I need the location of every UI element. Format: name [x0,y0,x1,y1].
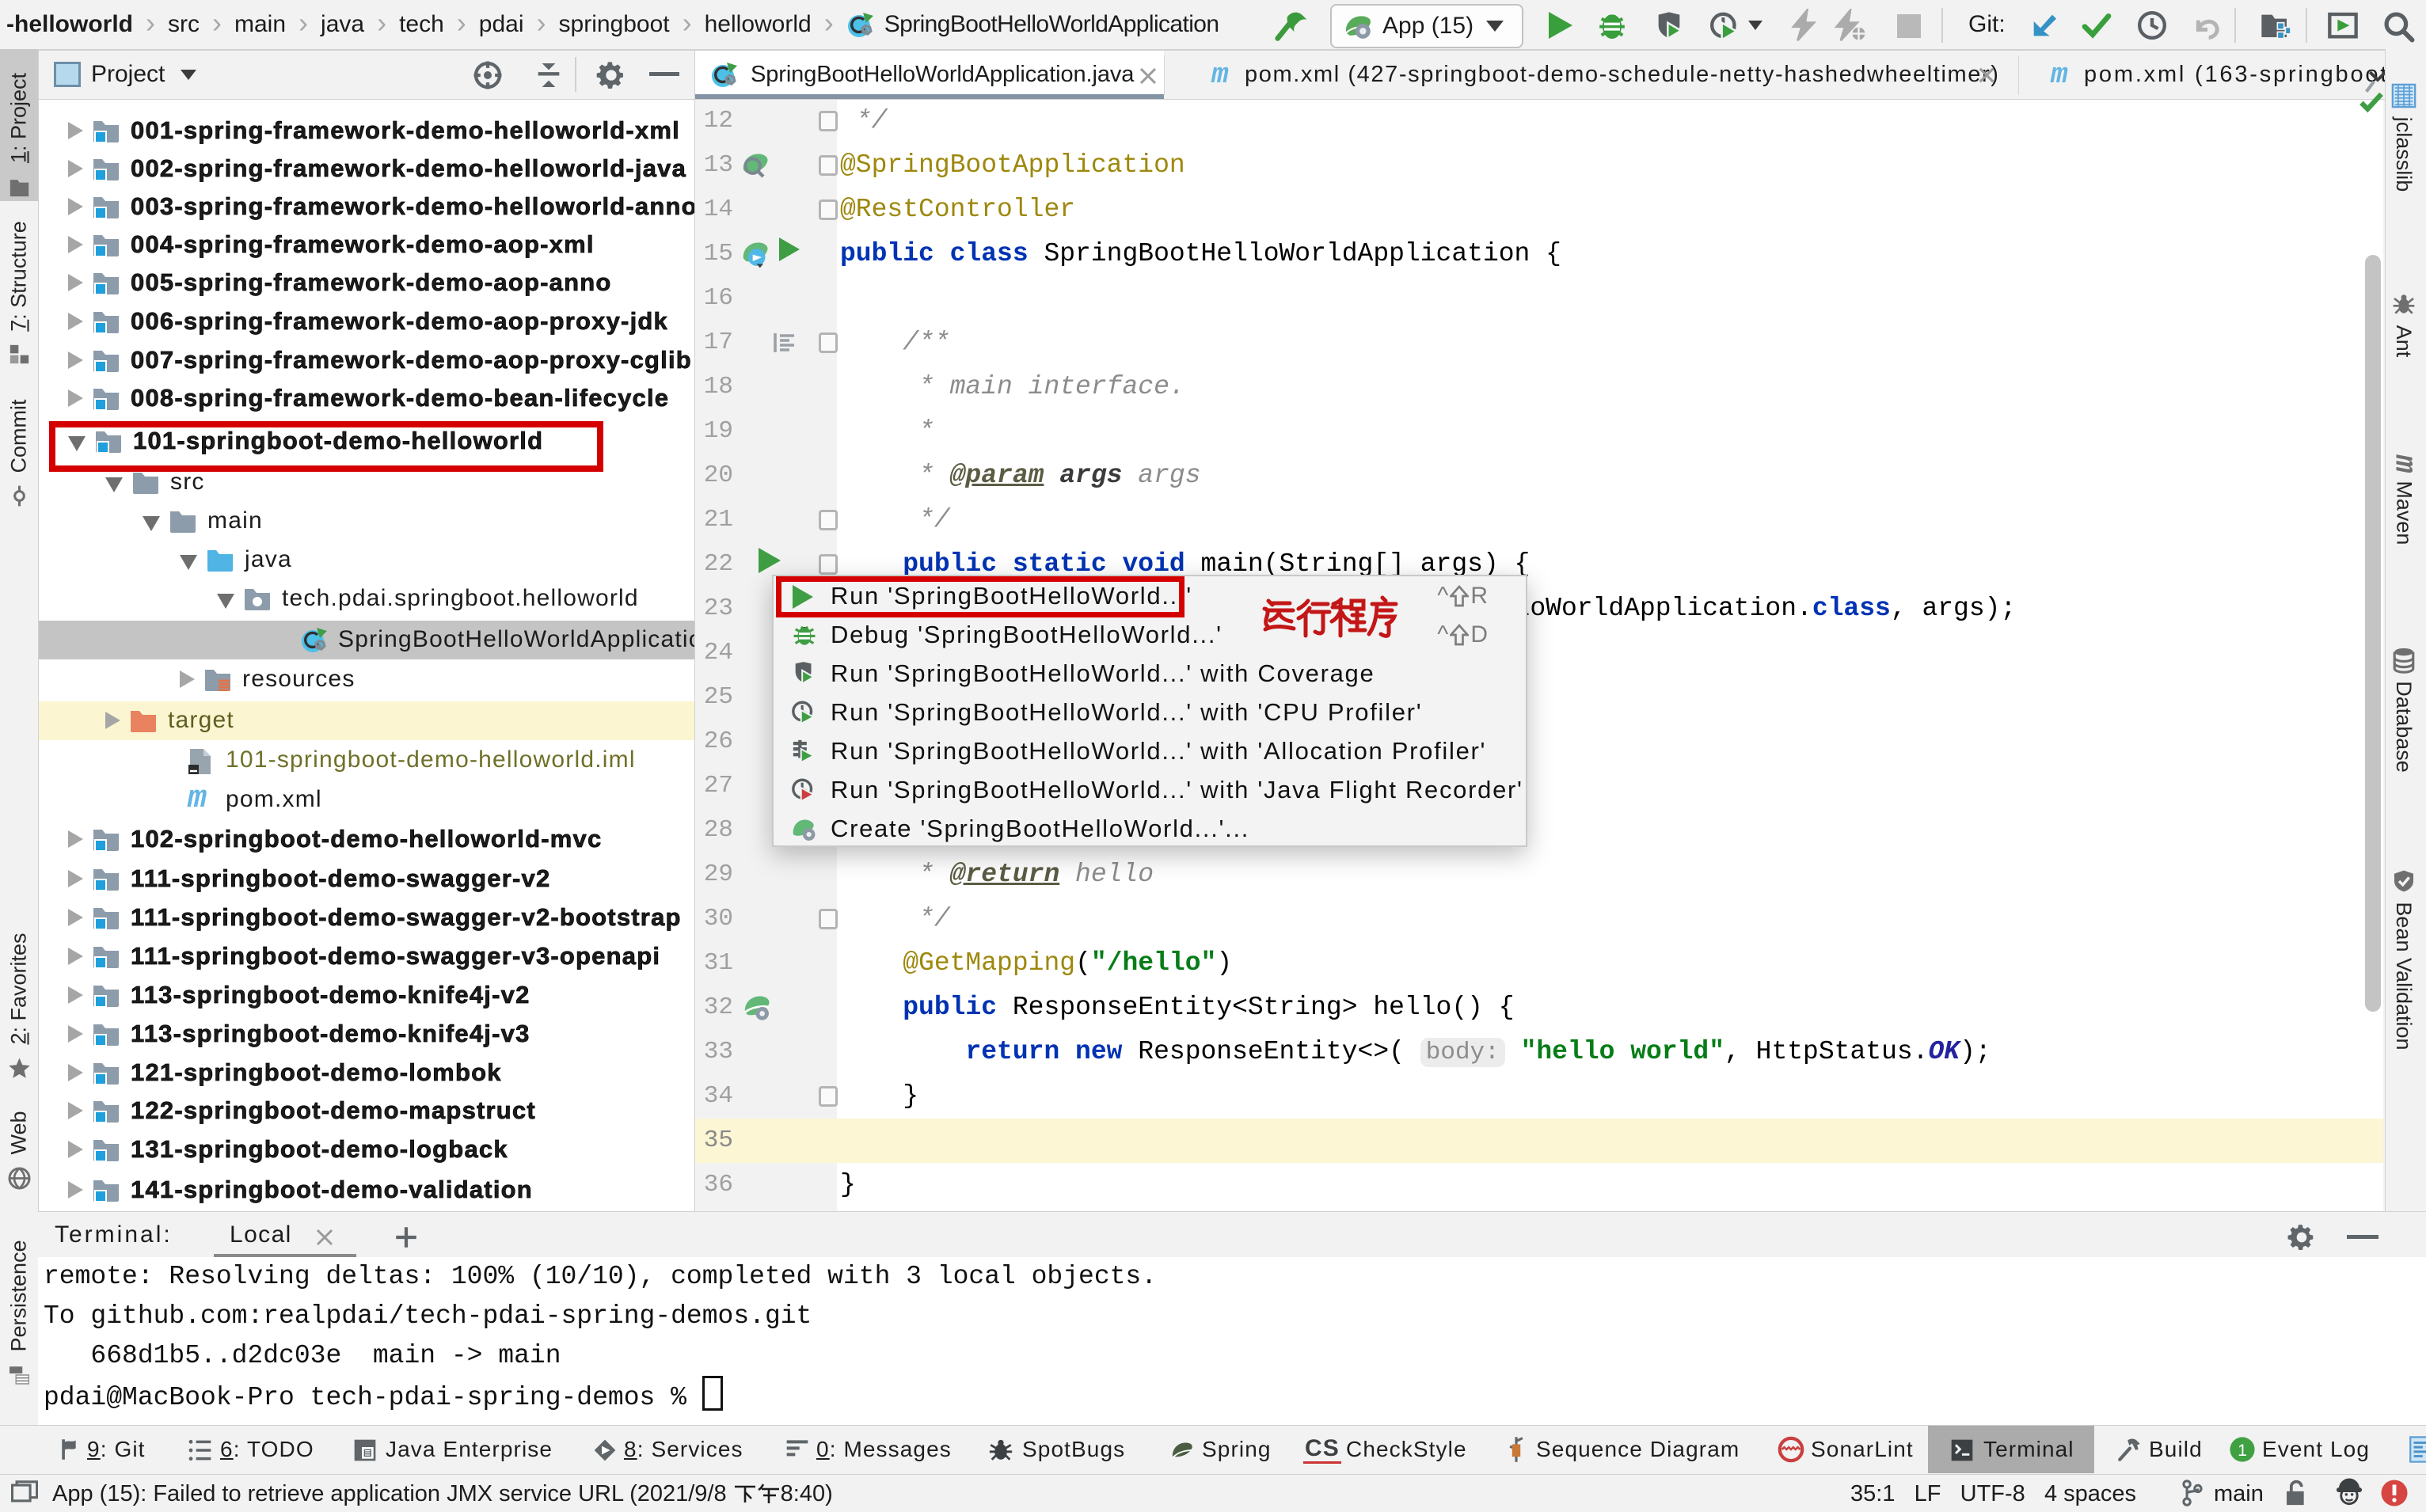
svg-text:1: 1 [2238,1441,2247,1460]
